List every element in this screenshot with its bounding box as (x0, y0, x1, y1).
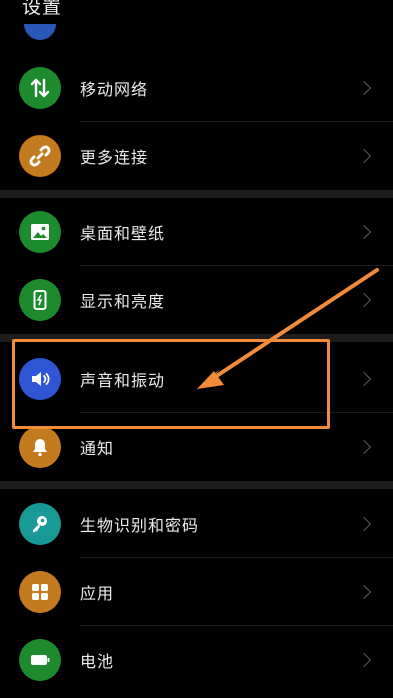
annotation-arrow-icon (196, 268, 379, 390)
